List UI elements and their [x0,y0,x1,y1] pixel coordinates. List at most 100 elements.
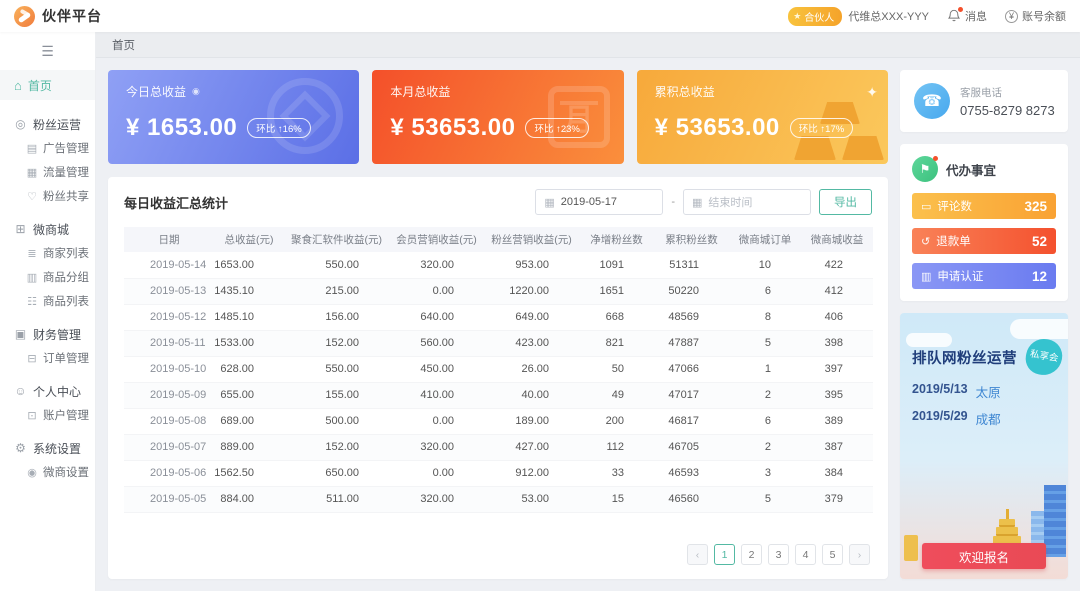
pagination-page-5[interactable]: 5 [822,544,843,565]
table-cell: 395 [801,382,873,408]
sidebar-item-账户管理[interactable]: ⊡账户管理 [0,403,95,427]
sidebar-item-广告管理[interactable]: ▤广告管理 [0,136,95,160]
promo-event-city: 成都 [976,409,1001,428]
balance-button[interactable]: ¥ 账号余额 [1005,8,1066,24]
table-cell: 2 [729,434,801,460]
table-cell: 33 [579,460,654,486]
sidebar-item-icon: ◉ [26,466,38,479]
sidebar-item-商品分组[interactable]: ▥商品分组 [0,265,95,289]
table-cell: 406 [801,304,873,330]
sidebar-item-home[interactable]: ⌂ 首页 [0,70,95,100]
table-cell: 6 [729,408,801,434]
pagination-page-2[interactable]: 2 [741,544,762,565]
table-cell: 40.00 [484,382,579,408]
sidebar-group-微商城[interactable]: ⊞微商城 [0,217,95,241]
todo-item-申请认证[interactable]: ▥申请认证12 [912,263,1056,289]
sidebar-item-微商设置[interactable]: ◉微商设置 [0,460,95,484]
todo-item-label: 申请认证 [937,268,983,284]
table-cell: 26.00 [484,356,579,382]
sidebar-group-财务管理[interactable]: ▣财务管理 [0,322,95,346]
table-cell: 2019-05-14 [124,252,214,278]
stat-card-2: 本月总收益¥ 53653.00环比 ↑23%月 [372,70,623,164]
promo-event-date: 2019/5/29 [912,409,968,428]
table-cell: 320.00 [389,252,484,278]
sidebar-group-个人中心[interactable]: ☺个人中心 [0,379,95,403]
todo-notification-dot [933,156,938,161]
todo-item-label: 评论数 [937,198,972,214]
table-cell: 412 [801,278,873,304]
stat-card-1: 今日总收益◉¥ 1653.00环比 ↑16% [108,70,359,164]
pagination-page-1[interactable]: 1 [714,544,735,565]
panel-title: 每日收益汇总统计 [124,193,228,212]
sidebar-home-label: 首页 [28,77,52,94]
table-cell: 884.00 [214,486,284,512]
sidebar-item-商品列表[interactable]: ☷商品列表 [0,289,95,313]
calendar-icon: ▦ [544,196,554,209]
table-cell: 2019-05-09 [124,382,214,408]
sidebar-item-label: 流量管理 [43,164,89,180]
pagination-prev-button[interactable]: ‹ [687,544,708,565]
end-date-input[interactable]: ▦ 结束时间 [683,189,811,215]
table-row: 2019-05-05884.00511.00320.0053.001546560… [124,486,873,512]
promo-banner[interactable]: 排队网粉丝运营 私享会 2019/5/13太原2019/5/29成都 欢迎报名 [900,313,1068,579]
table-cell: 152.00 [284,330,389,356]
sidebar-item-粉丝共享[interactable]: ♡粉丝共享 [0,184,95,208]
signup-button[interactable]: 欢迎报名 [922,543,1046,569]
sidebar-item-订单管理[interactable]: ⊟订单管理 [0,346,95,370]
left-sidebar: ☰ ⌂ 首页 ◎粉丝运营▤广告管理▦流量管理♡粉丝共享 ⊞微商城≣商家列表▥商品分… [0,32,96,591]
pagination-page-4[interactable]: 4 [795,544,816,565]
sidebar-item-商家列表[interactable]: ≣商家列表 [0,241,95,265]
table-cell: 50 [579,356,654,382]
pagination-next-button[interactable]: › [849,544,870,565]
right-panel: ☎ 客服电话 0755-8279 8273 ⚑ 代办事宜 ▭评论数325↺退款单… [900,70,1068,579]
cloud-shape [906,333,952,347]
table-row: 2019-05-09655.00155.00410.0040.004947017… [124,382,873,408]
sidebar-group-label: 个人中心 [33,383,81,400]
todo-title: 代办事宜 [946,160,996,179]
partner-account[interactable]: ★ 合伙人 代维总XXX-YYY [788,7,929,26]
start-date-input[interactable]: ▦ 2019-05-17 [535,189,663,215]
stat-cards-row: 今日总收益◉¥ 1653.00环比 ↑16%本月总收益¥ 53653.00环比 … [108,70,888,164]
table-cell: 650.00 [284,460,389,486]
stat-card-title-text: 累积总收益 [655,83,715,100]
export-button[interactable]: 导出 [819,189,872,215]
table-cell: 49 [579,382,654,408]
logo[interactable]: 伙伴平台 [14,6,102,27]
breadcrumb-tab-home[interactable]: 首页 [96,32,151,57]
sidebar-item-流量管理[interactable]: ▦流量管理 [0,160,95,184]
table-cell: 320.00 [389,434,484,460]
phone-icon: ☎ [914,83,950,119]
table-cell: 5 [729,486,801,512]
todo-card: ⚑ 代办事宜 ▭评论数325↺退款单52▥申请认证12 [900,144,1068,301]
daily-revenue-panel: 每日收益汇总统计 ▦ 2019-05-17 - ▦ 结束时间 [108,177,888,579]
table-cell: 655.00 [214,382,284,408]
balance-icon: ¥ [1005,10,1018,23]
table-cell: 1651 [579,278,654,304]
promo-event-date: 2019/5/13 [912,382,968,401]
table-row: 2019-05-141653.00550.00320.00953.0010915… [124,252,873,278]
menu-toggle-icon[interactable]: ☰ [0,38,95,64]
promo-event: 2019/5/13太原 [912,382,1056,401]
todo-item-icon: ▥ [921,270,931,283]
todo-item-评论数[interactable]: ▭评论数325 [912,193,1056,219]
table-cell: 427.00 [484,434,579,460]
messages-button[interactable]: 消息 [947,8,987,24]
promo-event: 2019/5/29 成都 [912,409,1056,428]
table-row: 2019-05-10628.00550.00450.0026.005047066… [124,356,873,382]
table-cell: 821 [579,330,654,356]
pagination-page-3[interactable]: 3 [768,544,789,565]
table-cell: 8 [729,304,801,330]
partner-level-badge: ★ 合伙人 [788,7,842,26]
trend-pill: 环比 ↑23% [525,118,588,138]
stat-card-value: ¥ 1653.00 [126,114,237,142]
todo-items: ▭评论数325↺退款单52▥申请认证12 [912,193,1056,289]
sidebar-group-粉丝运营[interactable]: ◎粉丝运营 [0,112,95,136]
sidebar-group-系统设置[interactable]: ⚙系统设置 [0,436,95,460]
todo-item-退款单[interactable]: ↺退款单52 [912,228,1056,254]
stat-card-title-text: 今日总收益 [126,83,186,100]
todo-item-icon: ↺ [921,235,930,248]
table-cell: 422 [801,252,873,278]
table-cell: 46817 [654,408,729,434]
table-cell: 423.00 [484,330,579,356]
customer-service-card: ☎ 客服电话 0755-8279 8273 [900,70,1068,132]
